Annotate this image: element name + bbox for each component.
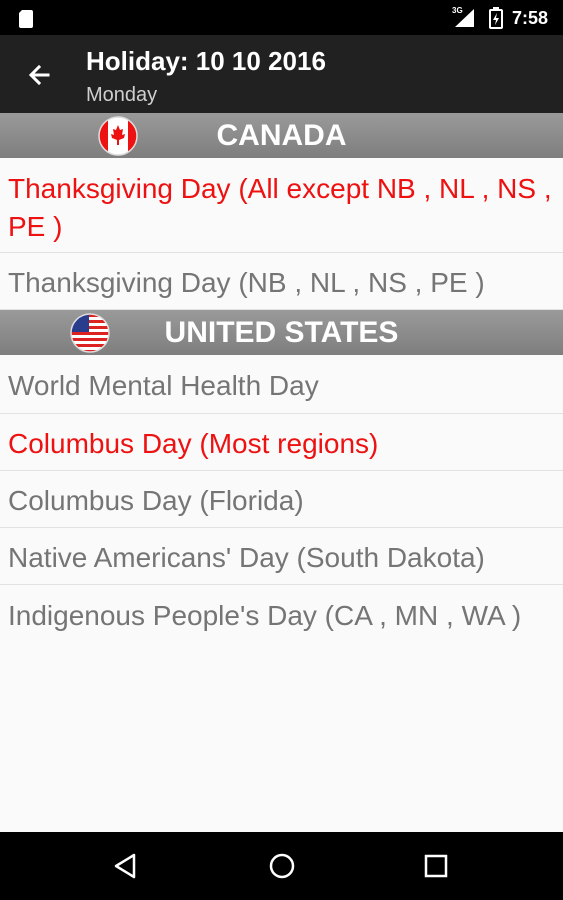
holiday-name: Thanksgiving Day (All except NB , NL , N… xyxy=(8,173,552,242)
recents-square-icon[interactable] xyxy=(416,846,456,886)
holiday-row[interactable]: Columbus Day (Florida) xyxy=(0,471,563,528)
page-subtitle: Monday xyxy=(86,84,158,106)
back-triangle-icon[interactable] xyxy=(106,846,146,886)
battery-charging-icon xyxy=(489,7,503,29)
holiday-row[interactable]: Native Americans' Day (South Dakota) xyxy=(0,528,563,585)
holiday-name: World Mental Health Day xyxy=(8,370,319,401)
app-bar: Holiday: 10 10 2016 Monday xyxy=(0,35,563,113)
status-bar: 3G 7:58 xyxy=(0,0,563,35)
holiday-name: Native Americans' Day (South Dakota) xyxy=(8,542,485,573)
country-name: CANADA xyxy=(216,119,347,152)
home-circle-icon[interactable] xyxy=(262,846,302,886)
holiday-row[interactable]: World Mental Health Day xyxy=(0,355,563,414)
holiday-row[interactable]: Thanksgiving Day (NB , NL , NS , PE ) xyxy=(0,253,563,310)
holiday-row[interactable]: Indigenous People's Day (CA , MN , WA ) xyxy=(0,585,563,643)
section-header-united-states: UNITED STATES xyxy=(0,310,563,355)
holiday-name: Thanksgiving Day (NB , NL , NS , PE ) xyxy=(8,267,485,298)
navigation-bar xyxy=(0,832,563,900)
holiday-row[interactable]: Columbus Day (Most regions) xyxy=(0,414,563,471)
page-title: Holiday: 10 10 2016 xyxy=(86,46,326,76)
clock: 7:58 xyxy=(512,8,549,28)
signal-icon xyxy=(455,9,474,27)
holiday-name: Indigenous People's Day (CA , MN , WA ) xyxy=(8,600,522,631)
holiday-row[interactable]: Thanksgiving Day (All except NB , NL , N… xyxy=(0,158,563,253)
holiday-name: Columbus Day (Florida) xyxy=(8,485,304,516)
arrow-left-icon[interactable] xyxy=(20,55,60,95)
country-name: UNITED STATES xyxy=(164,316,399,349)
section-header-canada: CANADA xyxy=(0,113,563,158)
sd-card-icon xyxy=(19,10,33,28)
holiday-name: Columbus Day (Most regions) xyxy=(8,428,379,459)
